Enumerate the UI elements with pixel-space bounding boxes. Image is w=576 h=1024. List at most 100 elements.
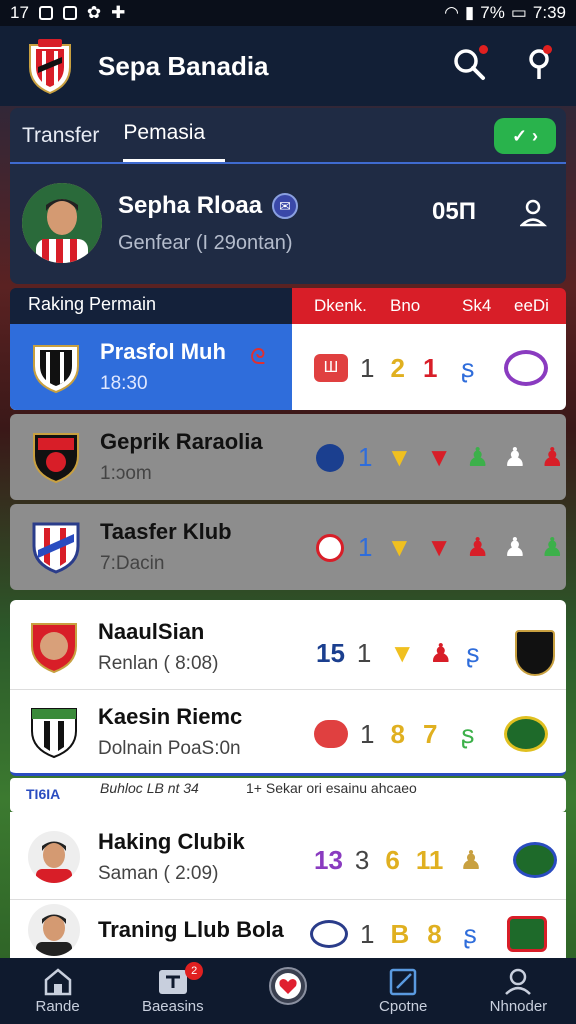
- confirm-toggle[interactable]: ✓ ›: [494, 118, 556, 154]
- user-edit-icon[interactable]: [520, 198, 548, 228]
- value-4: 11: [415, 844, 444, 875]
- row-title: Haking Clubik: [98, 828, 245, 854]
- value-3: 8: [427, 918, 442, 949]
- club-crest-icon: [33, 433, 79, 484]
- gallery-icon: [62, 6, 77, 20]
- club-crest-icon: [32, 522, 80, 574]
- edit-icon: [389, 968, 417, 996]
- battery-percent: 7%: [480, 3, 505, 22]
- signal-icon: ▮: [464, 3, 475, 22]
- nav-favorites[interactable]: [230, 958, 345, 1024]
- row-title: Prasfol Muh: [100, 339, 226, 364]
- news-icon: [158, 970, 187, 994]
- crest-mini-icon: [314, 720, 348, 748]
- tab-transfer[interactable]: Transfer: [22, 124, 109, 162]
- list-item[interactable]: Traning Llub Bola 1 B 8 ʂ: [10, 902, 566, 958]
- list-item[interactable]: Taasfer Klub 7:Dacin 1 ▼ ▼ ♟ ♟ ♟: [10, 504, 566, 590]
- whistle-icon[interactable]: ᘓ: [250, 344, 266, 370]
- value-2: 1: [356, 637, 372, 668]
- shirt-yellow-icon: ▼: [389, 637, 416, 668]
- player-gold-icon: ♟: [459, 844, 483, 875]
- value-1: 1: [358, 532, 373, 562]
- divider-right: 1+ Sekar ori esainu ahcaeo: [246, 780, 417, 796]
- player-avatar: [22, 183, 102, 263]
- value-2: 8: [390, 718, 405, 749]
- column-dkenk[interactable]: Dkenk.: [314, 296, 367, 316]
- shirt-yellow-icon: ▼: [386, 532, 413, 562]
- club-logo-icon[interactable]: [24, 37, 76, 95]
- location-button[interactable]: [526, 44, 552, 86]
- nav-profile[interactable]: Nhnoder: [461, 958, 576, 1024]
- team-badge-icon: [504, 350, 549, 386]
- row-subtitle: 1:ɔom: [100, 463, 152, 484]
- team-badge-icon: [504, 716, 549, 752]
- list-item[interactable]: Haking Clubik Saman ( 2:09) 13 3 6 11 ♟: [10, 814, 566, 900]
- ranking-header: Raking Permain Dkenk. Bno Sk4 eeDi: [10, 288, 566, 324]
- heart-icon: [269, 967, 307, 1005]
- value-1: 15: [316, 637, 345, 668]
- player-avatar: [28, 904, 80, 956]
- player-green-icon: ♟: [540, 532, 564, 562]
- player-red-icon: ♟: [465, 532, 490, 562]
- column-eedi[interactable]: eeDi: [514, 296, 549, 316]
- nav-news-label: Baeasins: [141, 998, 204, 1015]
- formation-icon: ʂ: [461, 718, 475, 749]
- crest-mini-icon: Ш: [314, 354, 348, 382]
- row-title: Traning Llub Bola: [98, 917, 284, 942]
- battery-icon: ▭: [510, 3, 527, 22]
- ranking-title: Raking Permain: [10, 288, 292, 324]
- divider-mid: Buhloc LB nt 34: [100, 780, 199, 796]
- player-red-icon: ♟: [429, 637, 453, 668]
- value-1: 1: [358, 442, 373, 472]
- ranking-columns: Dkenk. Bno Sk4 eeDi: [292, 288, 566, 324]
- player-name: Sepha Rloaa: [118, 191, 263, 219]
- wifi-icon: ◠: [444, 3, 459, 22]
- club-crest-icon: [31, 708, 77, 759]
- nav-news[interactable]: 2 Baeasins: [115, 958, 230, 1024]
- search-button[interactable]: [452, 44, 488, 86]
- app-title: Sepa Banadia: [98, 50, 269, 81]
- list-item[interactable]: Kaesin Riemc Dolnain PoaS:0n 1 8 7 ʂ: [10, 692, 566, 772]
- tab-pemasia[interactable]: Pemasia: [123, 121, 226, 162]
- list-item[interactable]: NaaulSian Renlan ( 8:08) 15 1 ▼ ♟ ʂ: [10, 604, 566, 690]
- profile-panel: Transfer Pemasia ✓ › Sepha Rloaa ✉ Genfe…: [10, 108, 566, 284]
- crest-mini-icon: [310, 920, 348, 948]
- column-sk4[interactable]: Sk4: [462, 296, 491, 316]
- value-2: B: [390, 918, 410, 949]
- row-title: NaaulSian: [98, 618, 205, 644]
- list-item[interactable]: Geprik Raraolia 1:ɔom 1 ▼ ▼ ♟ ♟ ♟: [10, 414, 566, 500]
- shirt-yellow-icon: ▼: [386, 442, 413, 472]
- bottom-nav: Rande 2 Baeasins Cpotne Nhnoder: [0, 958, 576, 1024]
- team-badge-icon: [515, 630, 556, 676]
- list-item[interactable]: Prasfol Muh 18:30 ᘓ Ш 1 2 1 ʂ: [10, 324, 566, 410]
- nav-home-label: Rande: [35, 998, 80, 1015]
- formation-icon: ʂ: [461, 352, 475, 383]
- status-time-left: 17: [10, 3, 29, 22]
- nav-home[interactable]: Rande: [0, 958, 115, 1024]
- value-1: 1: [360, 718, 375, 749]
- crest-mini-icon: [316, 443, 344, 472]
- status-time: 7:39: [532, 3, 566, 22]
- row-subtitle: 7:Dacin: [100, 553, 165, 574]
- crest-mini-icon: [316, 533, 344, 562]
- player-score: 05П: [432, 198, 476, 225]
- player-white-icon: ♟: [503, 442, 527, 472]
- column-bno[interactable]: Bno: [390, 296, 420, 316]
- game-icon: ✿: [86, 3, 102, 22]
- player-red-icon: ♟: [540, 442, 564, 472]
- status-bar: 17 ✿ ✚ ◠ ▮ 7% ▭ 7:39: [0, 0, 576, 26]
- value-3: 7: [422, 718, 438, 749]
- nav-edit[interactable]: Cpotne: [346, 958, 461, 1024]
- nav-badge: 2: [185, 962, 204, 980]
- value-1: 1: [360, 352, 375, 383]
- player-white-icon: ♟: [503, 532, 527, 562]
- nav-edit-label: Cpotne: [379, 998, 428, 1015]
- value-3: 6: [385, 844, 400, 875]
- formation-icon: ʂ: [466, 637, 480, 668]
- club-crest-icon: [33, 345, 79, 394]
- tab-bar: Transfer Pemasia ✓ ›: [10, 108, 566, 164]
- row-title: Geprik Raraolia: [100, 429, 263, 454]
- player-profile[interactable]: Sepha Rloaa ✉ Genfear (I 29ontan) 05П: [10, 164, 566, 282]
- row-title: Kaesin Riemc: [98, 704, 243, 729]
- home-icon: [44, 968, 71, 996]
